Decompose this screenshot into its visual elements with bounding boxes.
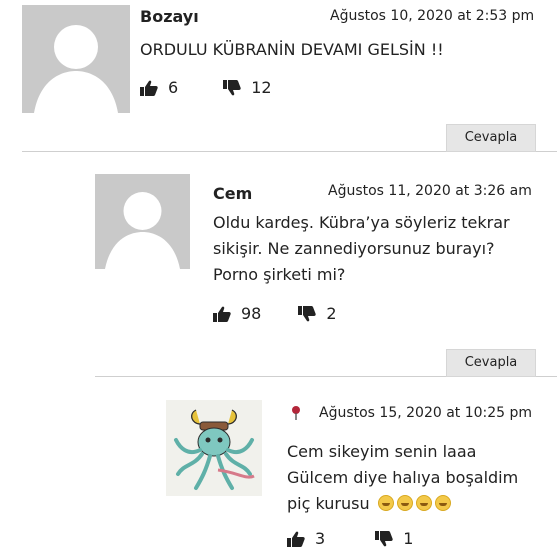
comment-author[interactable]: Cem — [213, 184, 252, 203]
thumbs-down-icon — [298, 305, 317, 321]
thumbs-down-icon — [223, 79, 241, 95]
reply-button[interactable]: Cevapla — [446, 124, 536, 152]
text-line: Porno şirketi mi? — [213, 265, 346, 284]
text-line: Cem sikeyim senin laaa — [287, 442, 477, 461]
like-button[interactable]: 3 — [287, 529, 325, 548]
comment-text: Cem sikeyim senin laaa Gülcem diye halıy… — [287, 439, 518, 517]
like-count: 6 — [168, 78, 179, 97]
avatar — [95, 174, 190, 269]
text-line: Oldu kardeş. Kübra’ya söyleriz tekrar — [213, 213, 510, 232]
avatar — [22, 5, 130, 113]
thumbs-up-icon — [213, 306, 231, 322]
text-line: Gülcem diye halıya boşaldim — [287, 468, 519, 487]
text-line: sikişir. Ne zannediyorsunuz burayı? — [213, 239, 495, 258]
vote-bar: 3 1 — [287, 529, 413, 548]
comment-date[interactable]: Ağustos 11, 2020 at 3:26 am — [328, 183, 532, 199]
dislike-button[interactable]: 1 — [375, 529, 413, 548]
like-button[interactable]: 6 — [140, 78, 178, 97]
like-count: 98 — [241, 304, 262, 323]
vote-bar: 6 12 — [140, 78, 272, 97]
comment-text: Oldu kardeş. Kübra’ya söyleriz tekrar si… — [213, 210, 510, 288]
dislike-count: 1 — [403, 529, 414, 548]
text-line-with-emoji: piç kurusu — [287, 491, 518, 517]
like-count: 3 — [315, 529, 326, 548]
reply-button[interactable]: Cevapla — [446, 349, 536, 377]
dislike-button[interactable]: 12 — [223, 78, 272, 97]
grinning-face-emoji — [415, 495, 432, 511]
comment-date[interactable]: Ağustos 10, 2020 at 2:53 pm — [330, 8, 534, 24]
vote-bar: 98 2 — [213, 304, 337, 323]
comment-text: ORDULU KÜBRANİN DEVAMI GELSİN !! — [140, 40, 444, 59]
grinning-face-emoji — [377, 495, 394, 511]
thumbs-up-icon — [287, 531, 305, 547]
dislike-count: 2 — [326, 304, 337, 323]
comment-date[interactable]: Ağustos 15, 2020 at 10:25 pm — [319, 405, 532, 421]
like-button[interactable]: 98 — [213, 304, 261, 323]
dislike-button[interactable]: 2 — [298, 304, 337, 323]
thumbs-down-icon — [375, 530, 393, 546]
map-pin-icon — [291, 405, 301, 424]
grinning-face-emoji — [396, 495, 413, 511]
comment-author[interactable]: Bozayı — [140, 7, 199, 26]
thumbs-up-icon — [140, 80, 158, 96]
octopus-avatar — [166, 400, 262, 496]
text-line: piç kurusu — [287, 494, 370, 513]
grinning-face-emoji — [434, 495, 451, 511]
dislike-count: 12 — [251, 78, 272, 97]
